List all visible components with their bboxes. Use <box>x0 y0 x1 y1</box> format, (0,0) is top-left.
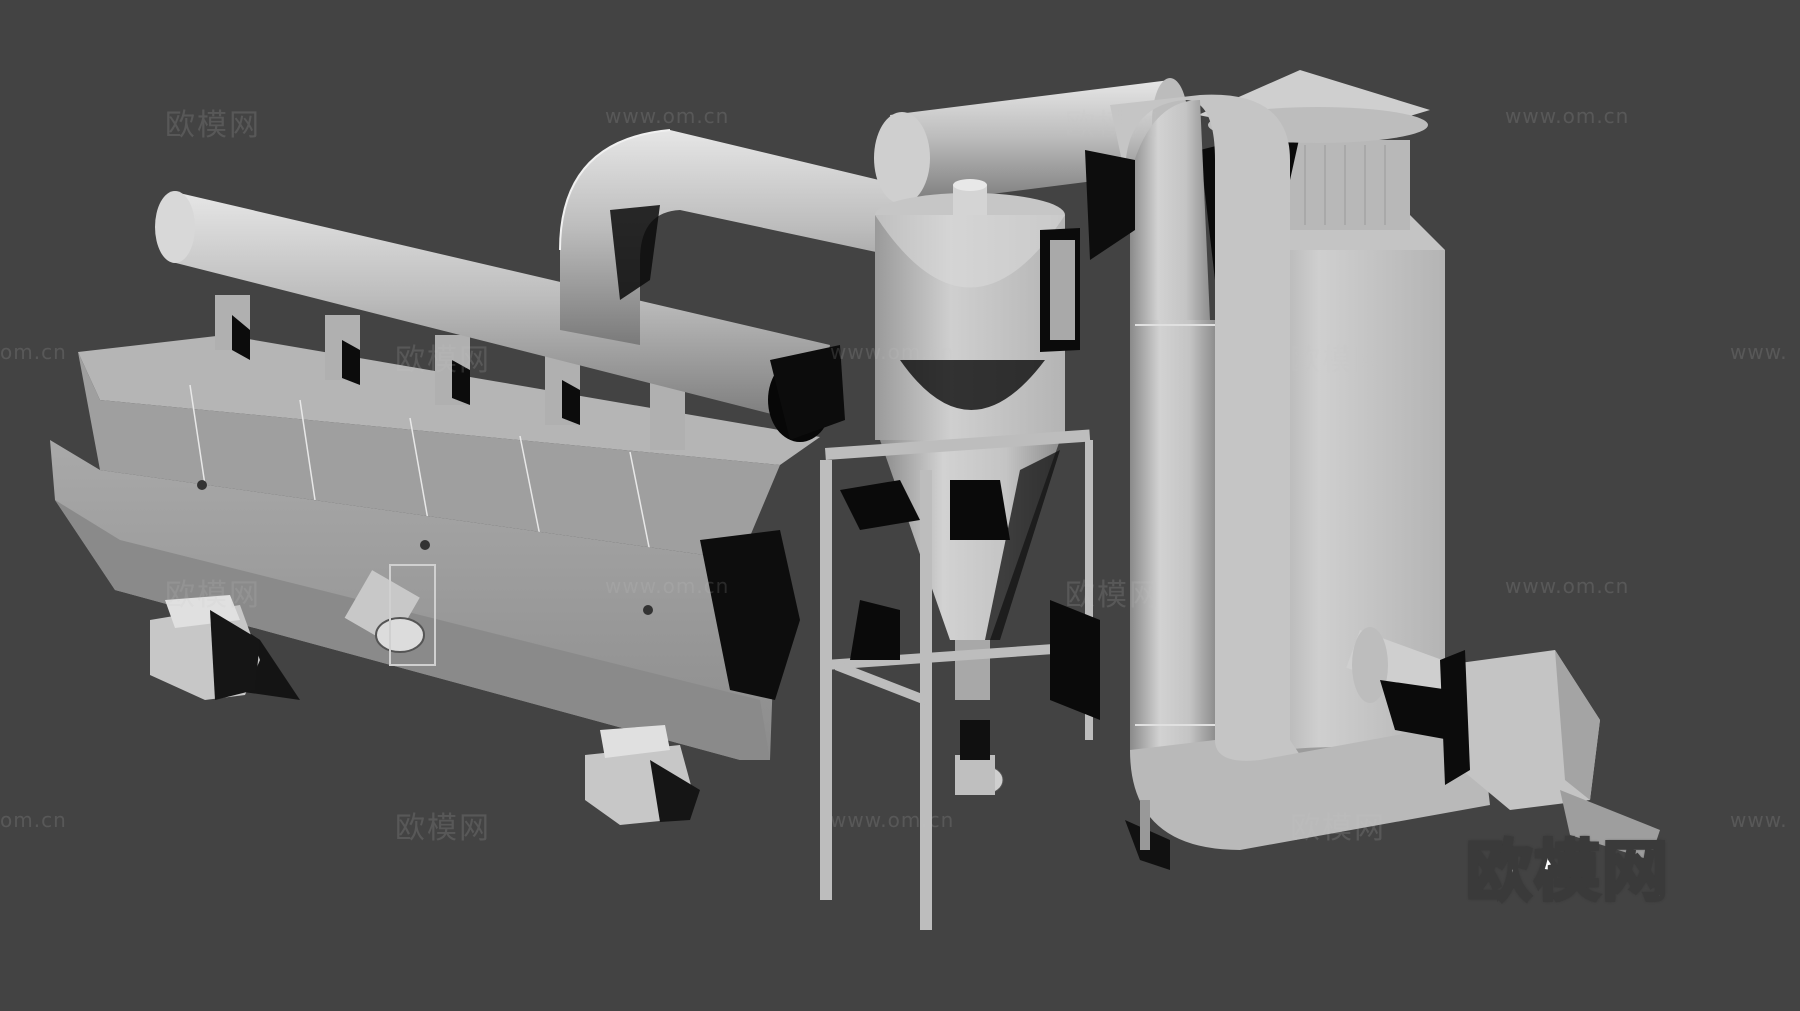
sight-hole <box>197 480 207 490</box>
sight-hole <box>420 540 430 550</box>
elbow-duct-to-cyclone <box>559 129 900 345</box>
3d-viewport[interactable]: 欧模网 www.om.cn 欧模网 www.om.cn om.cn 欧模网 ww… <box>0 0 1800 1011</box>
sight-hole <box>643 605 653 615</box>
brand-logo: 欧模网 <box>1465 832 1670 912</box>
